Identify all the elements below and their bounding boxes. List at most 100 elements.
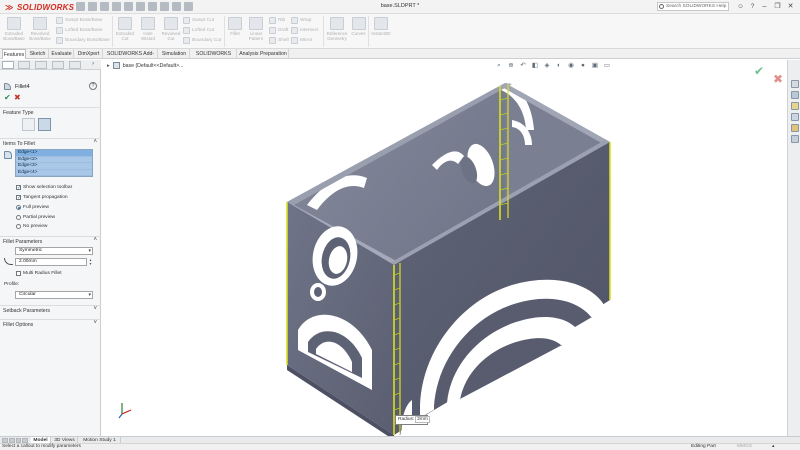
dropdown-arrow-icon: ▾ <box>88 248 91 254</box>
chevron-right-icon[interactable]: › <box>92 61 94 67</box>
user-icon[interactable]: ☺ <box>736 2 745 11</box>
extruded-boss-icon <box>7 17 21 30</box>
multi-radius-checkbox[interactable]: Multi Radius Fillet <box>16 271 62 276</box>
custom-properties-icon[interactable] <box>791 135 799 143</box>
tab-features[interactable]: Features <box>2 49 26 59</box>
wrap-icon <box>291 17 298 24</box>
swept-boss-button[interactable]: Swept Boss/Base <box>56 17 103 24</box>
edges-selection-icon <box>4 151 12 159</box>
tangent-propagation-checkbox[interactable]: ✓ Tangent propagation <box>16 195 68 201</box>
dropdown-arrow-icon: ▾ <box>88 292 91 298</box>
reference-geometry-button[interactable]: Reference Geometry <box>325 17 349 41</box>
fillet-parameters-section[interactable]: Fillet Parameters ˄ <box>0 236 101 245</box>
fillet-method-select[interactable]: Symmetric ▾ <box>15 247 93 255</box>
appearances-icon[interactable] <box>791 124 799 132</box>
boundary-boss-button[interactable]: Boundary Boss/Base <box>56 37 110 44</box>
resources-icon[interactable] <box>791 80 799 88</box>
mirror-button[interactable]: Mirror <box>291 37 313 44</box>
display-manager-tab-icon[interactable] <box>69 61 81 69</box>
ok-button[interactable]: ✔ <box>4 93 11 102</box>
feature-name: Fillet4 <box>15 84 30 90</box>
extruded-cut-button[interactable]: Extruded Cut <box>114 17 136 41</box>
property-manager-tab-icon[interactable] <box>18 61 30 69</box>
revolved-cut-icon <box>164 17 178 30</box>
full-preview-radio[interactable]: Full preview <box>16 205 49 210</box>
command-manager-ribbon: Extruded Boss/Base Revolved Boss/Base Sw… <box>0 14 800 49</box>
instant3d-button[interactable]: Instant3D <box>370 17 392 36</box>
lofted-cut-icon <box>183 27 190 34</box>
hole-wizard-button[interactable]: Hole Wizard <box>137 17 159 41</box>
minimize-icon[interactable]: – <box>759 1 770 12</box>
swept-boss-icon <box>56 17 63 24</box>
edge-selection-list[interactable]: Edge<1> Edge<2> Edge<3> Edge<4> <box>15 149 93 177</box>
list-item[interactable]: Edge<4> <box>16 169 92 176</box>
extruded-boss-button[interactable]: Extruded Boss/Base <box>3 17 25 41</box>
rib-button[interactable]: Rib <box>269 17 285 24</box>
section-title: Fillet Parameters <box>3 239 43 245</box>
swept-cut-button[interactable]: Swept Cut <box>183 17 214 24</box>
fillet-xpert-icon[interactable] <box>38 118 51 131</box>
tab-dimxpert[interactable]: DimXpert <box>75 49 103 59</box>
part-model[interactable] <box>102 60 787 436</box>
radius-callout[interactable]: Radius: 2mm <box>395 415 430 425</box>
linear-pattern-button[interactable]: Linear Pattern <box>245 17 267 41</box>
tab-evaluate[interactable]: Evaluate <box>50 49 74 59</box>
file-explorer-icon[interactable] <box>791 102 799 110</box>
configuration-manager-tab-icon[interactable] <box>35 61 47 69</box>
fillet-type-options <box>22 118 51 131</box>
search-icon <box>659 4 664 9</box>
status-mode: Editing Part <box>691 444 716 449</box>
revolved-boss-button[interactable]: Revolved Boss/Base <box>29 17 51 41</box>
view-palette-icon[interactable] <box>791 113 799 121</box>
shell-button[interactable]: Shell <box>269 37 289 44</box>
fillet-feature-icon <box>4 83 11 90</box>
bottom-tabs: Model 3D Views Motion Study 1 <box>0 436 800 444</box>
no-preview-radio[interactable]: No preview <box>16 224 47 229</box>
boundary-cut-button[interactable]: Boundary Cut <box>183 37 221 44</box>
chevron-down-icon: ˅ <box>93 320 97 326</box>
radius-input[interactable]: 2.00mm <box>15 258 87 266</box>
help-icon[interactable]: ? <box>89 82 97 90</box>
help-icon[interactable]: ? <box>748 2 757 11</box>
dimxpert-manager-tab-icon[interactable] <box>52 61 64 69</box>
search-input[interactable]: Search SOLIDWORKS Help <box>657 2 729 11</box>
graphics-area[interactable]: ▸ base (Default<<Default>... ⌕ ⊕ ↶ ◧ ◈ ◐… <box>102 60 787 436</box>
items-to-fillet-section[interactable]: Items To Fillet ˄ <box>0 138 101 148</box>
intersect-button[interactable]: Intersect <box>291 27 318 34</box>
radius-spinner[interactable]: ▴ ▾ <box>88 258 93 266</box>
callout-value[interactable]: 2mm <box>415 416 430 423</box>
search-placeholder: Search SOLIDWORKS Help <box>666 4 727 9</box>
profile-select[interactable]: Circular ▾ <box>15 291 93 299</box>
draft-button[interactable]: Draft <box>269 27 288 34</box>
tab-sketch[interactable]: Sketch <box>27 49 49 59</box>
feature-type-section[interactable]: Feature Type <box>0 107 101 116</box>
restore-icon[interactable]: ❐ <box>772 1 783 12</box>
design-library-icon[interactable] <box>791 91 799 99</box>
tab-simulation[interactable]: Simulation <box>159 49 190 59</box>
tab-mbd[interactable]: SOLIDWORKS MBD <box>191 49 237 67</box>
boundary-cut-icon <box>183 37 190 44</box>
lofted-boss-button[interactable]: Lofted Boss/Base <box>56 27 103 34</box>
window-controls: – ❐ ✕ <box>759 1 796 12</box>
status-arrow-icon[interactable]: ▴ <box>772 444 774 450</box>
lofted-cut-button[interactable]: Lofted Cut <box>183 27 214 34</box>
feature-header: Fillet4 ? <box>2 82 99 92</box>
setback-parameters-section[interactable]: Setback Parameters ˅ <box>0 305 101 315</box>
feature-manager-tab-icon[interactable] <box>2 61 14 69</box>
tab-add-ins[interactable]: SOLIDWORKS Add-Ins <box>104 49 158 67</box>
units-display[interactable]: MMGS <box>737 444 752 450</box>
profile-label: Profile: <box>4 282 20 287</box>
partial-preview-radio[interactable]: Partial preview <box>16 215 55 220</box>
close-icon[interactable]: ✕ <box>785 1 796 12</box>
fillet-button[interactable]: Fillet <box>226 17 244 36</box>
cancel-button[interactable]: ✖ <box>14 93 21 102</box>
manual-fillet-icon[interactable] <box>22 118 35 131</box>
show-selection-toolbar-checkbox[interactable]: ✓ Show selection toolbar <box>16 185 72 191</box>
revolved-cut-button[interactable]: Revolved Cut <box>160 17 182 41</box>
wrap-button[interactable]: Wrap <box>291 17 311 24</box>
revolved-boss-icon <box>33 17 47 30</box>
curves-button[interactable]: Curves <box>350 17 367 36</box>
tab-analysis-preparation[interactable]: Analysis Preparation <box>238 49 289 59</box>
section-title: Feature Type <box>3 110 34 116</box>
fillet-options-section[interactable]: Fillet Options ˅ <box>0 319 101 329</box>
